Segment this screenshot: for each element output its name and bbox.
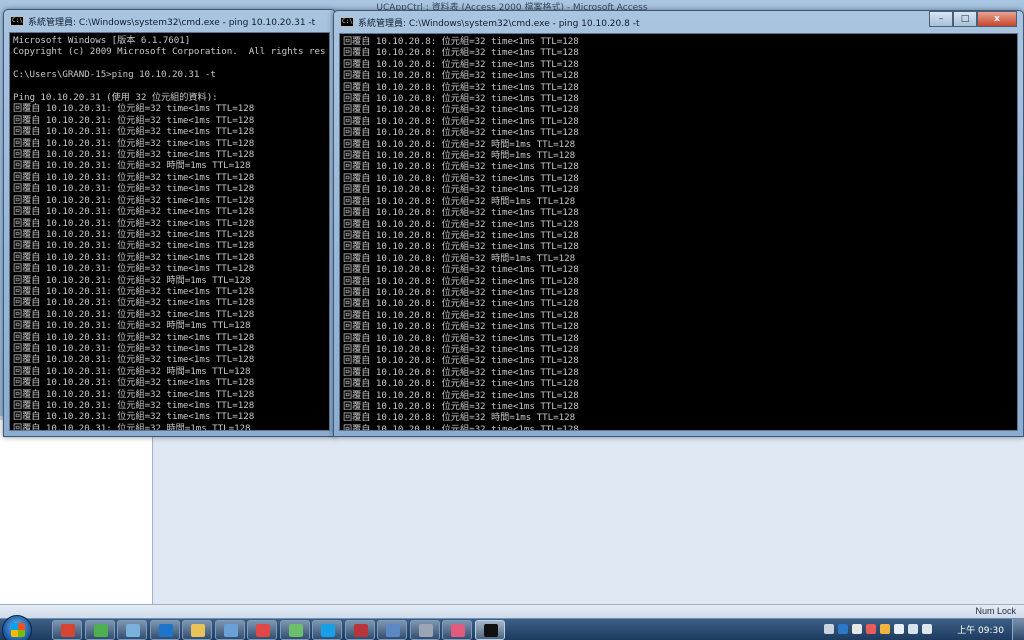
title-bar[interactable]: C:\ 系統管理員: C:\Windows\system32\cmd.exe -… — [4, 10, 335, 32]
taskbar-button-chrome[interactable] — [52, 620, 82, 640]
show-desktop-button[interactable] — [1012, 619, 1024, 640]
window-title: 系統管理員: C:\Windows\system32\cmd.exe - pin… — [28, 18, 316, 28]
background-navigation-pane — [0, 420, 155, 606]
taskbar-button-network[interactable] — [214, 620, 245, 640]
cmd-icon[interactable]: C:\ — [10, 16, 24, 26]
notepad-icon — [288, 624, 303, 637]
taskbar-button-monitor[interactable] — [117, 620, 147, 640]
console-text: 回覆自 10.10.20.8: 位元組=32 time<1ms TTL=128 … — [343, 36, 579, 431]
taskbar-button-printer[interactable] — [409, 620, 440, 640]
taskbar-button-folder[interactable] — [182, 620, 212, 640]
taskbar: 上午 09:30 — [0, 615, 1024, 640]
taskbar-button-tool[interactable] — [442, 620, 472, 640]
title-bar[interactable]: C:\ 系統管理員: C:\Windows\system32\cmd.exe -… — [334, 11, 1023, 33]
taskbar-button-remote-desktop[interactable] — [377, 620, 407, 640]
window-controls: – □ x — [929, 11, 1017, 27]
taskbar-button-paint[interactable] — [247, 620, 277, 640]
taskbar-button-ie[interactable] — [149, 620, 180, 640]
flag-icon[interactable] — [894, 624, 904, 634]
tool-tray-icon[interactable] — [880, 624, 890, 634]
cmd-icon[interactable]: C:\ — [340, 17, 354, 27]
access-icon — [353, 624, 368, 637]
network-icon — [223, 624, 238, 637]
taskbar-button-cmd[interactable] — [474, 620, 505, 640]
help-icon[interactable] — [838, 624, 848, 634]
taskbar-button-vine[interactable] — [84, 620, 115, 640]
folder-icon — [191, 624, 205, 637]
skype-icon — [321, 624, 335, 637]
clock[interactable]: 上午 09:30 — [957, 623, 1004, 636]
status-bar: Num Lock — [0, 604, 1024, 618]
network-tray-icon[interactable] — [908, 624, 918, 634]
remote-desktop-icon — [386, 624, 400, 637]
tray-arrow-icon[interactable] — [852, 624, 862, 634]
console-output[interactable]: 回覆自 10.10.20.8: 位元組=32 time<1ms TTL=128 … — [339, 33, 1018, 431]
paint-icon — [256, 624, 270, 637]
maximize-button[interactable]: □ — [953, 11, 977, 27]
window-title: 系統管理員: C:\Windows\system32\cmd.exe - pin… — [358, 19, 640, 29]
system-tray: 上午 09:30 — [814, 619, 1024, 640]
volume-icon[interactable] — [922, 624, 932, 634]
windows-logo-icon — [11, 623, 25, 637]
vine-icon — [93, 624, 108, 637]
monitor-icon — [126, 624, 140, 637]
console-output[interactable]: Microsoft Windows [版本 6.1.7601] Copyrigh… — [9, 32, 330, 431]
printer-icon — [418, 624, 433, 637]
cmd-icon — [483, 624, 498, 637]
taskbar-button-access[interactable] — [344, 620, 375, 640]
minimize-button[interactable]: – — [929, 11, 953, 27]
chrome-icon — [61, 624, 75, 637]
cmd-window-left[interactable]: C:\ 系統管理員: C:\Windows\system32\cmd.exe -… — [3, 9, 336, 437]
tool-icon — [451, 624, 465, 637]
console-text: Microsoft Windows [版本 6.1.7601] Copyrigh… — [13, 35, 326, 431]
antivirus-icon[interactable] — [866, 624, 876, 634]
taskbar-button-skype[interactable] — [312, 620, 342, 640]
start-button[interactable] — [2, 615, 32, 640]
cmd-window-right[interactable]: C:\ 系統管理員: C:\Windows\system32\cmd.exe -… — [333, 10, 1024, 437]
taskbar-button-notepad[interactable] — [279, 620, 310, 640]
background-table-area — [152, 436, 1024, 606]
keyboard-icon[interactable] — [824, 624, 834, 634]
ie-icon — [158, 624, 173, 637]
num-lock-indicator: Num Lock — [975, 606, 1016, 616]
close-button[interactable]: x — [977, 11, 1017, 27]
